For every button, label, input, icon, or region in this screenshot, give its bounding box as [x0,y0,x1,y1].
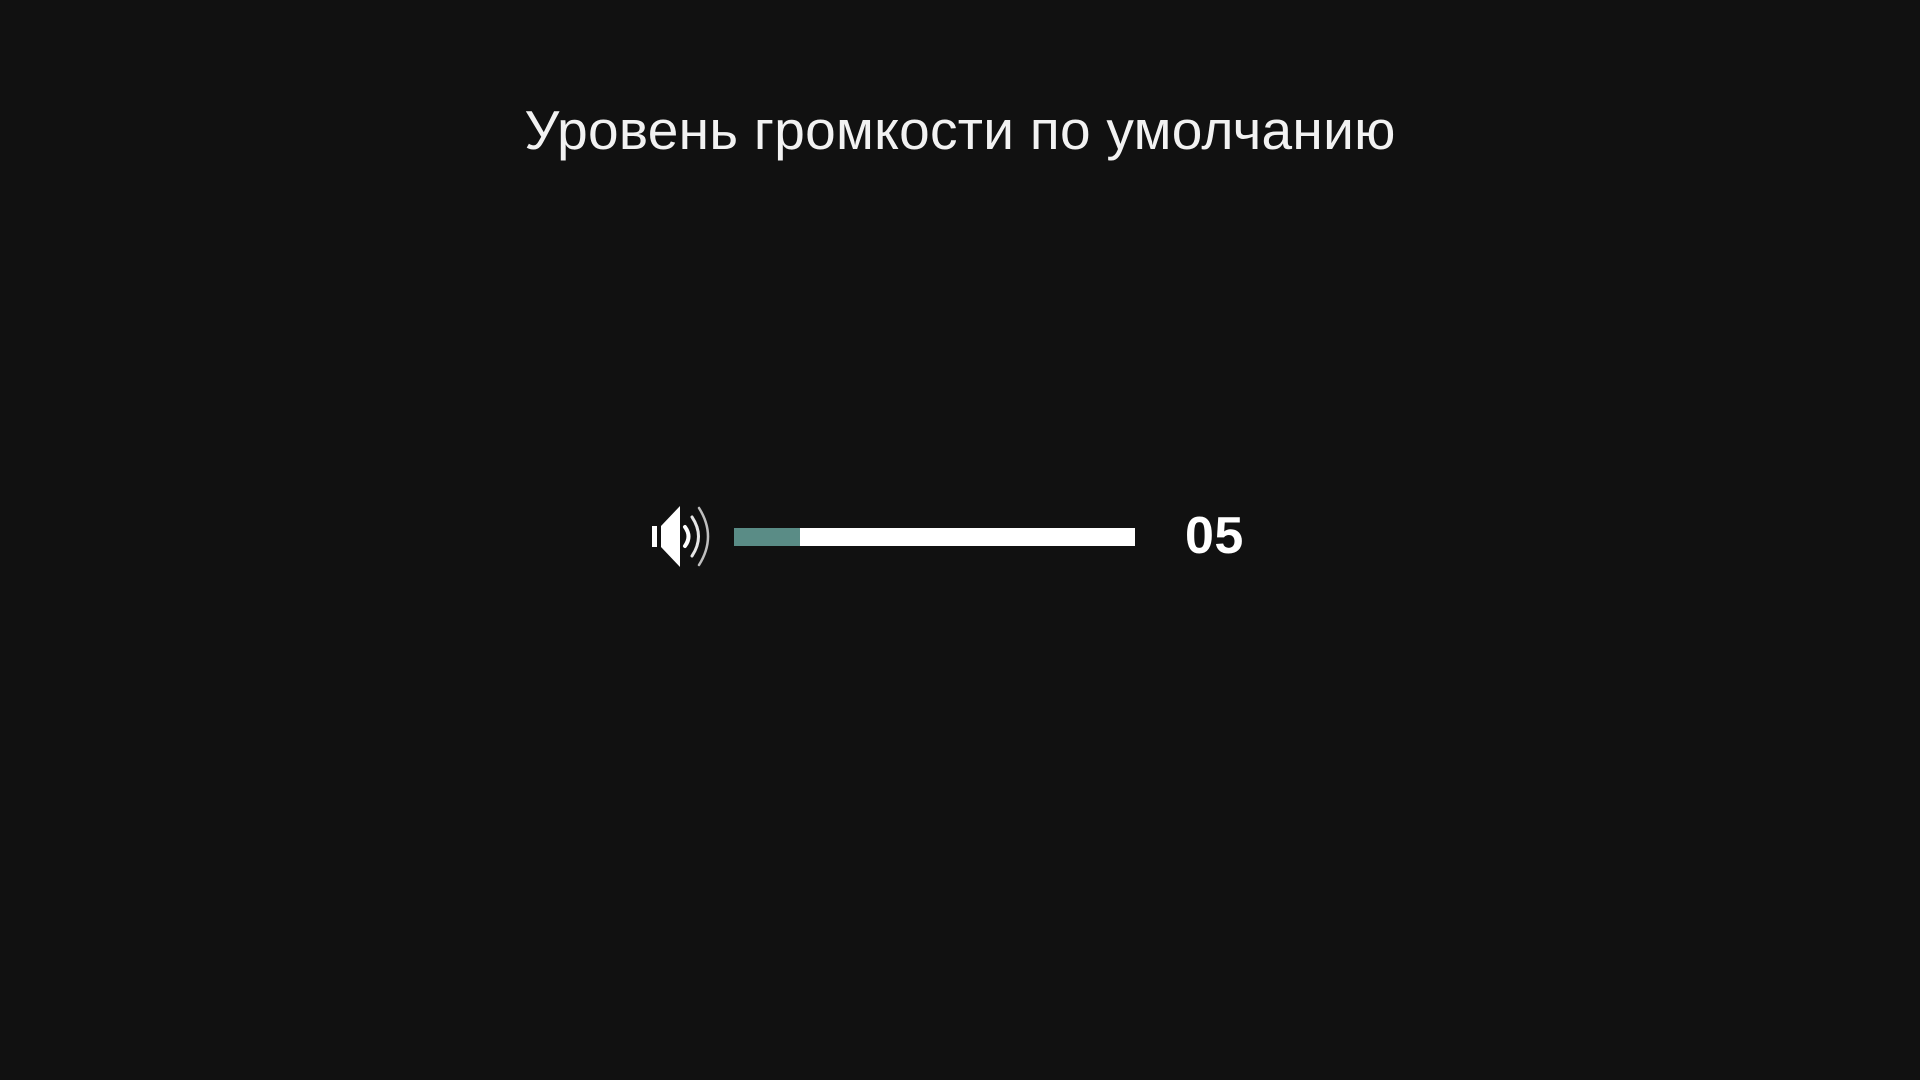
speaker-volume-icon [648,499,716,573]
page-title: Уровень громкости по умолчанию [524,99,1396,161]
volume-slider-track [800,528,1135,546]
volume-slider[interactable] [734,528,1135,546]
volume-slider-fill [734,528,800,546]
volume-control: 05 [648,496,1268,576]
volume-value: 05 [1185,507,1244,565]
default-volume-screen: Уровень громкости по умолчанию 05 [0,0,1920,1080]
